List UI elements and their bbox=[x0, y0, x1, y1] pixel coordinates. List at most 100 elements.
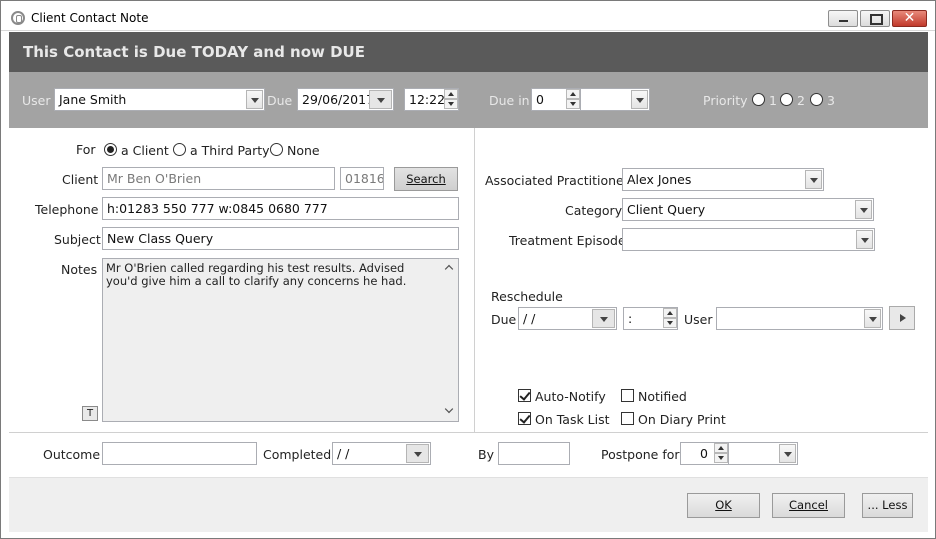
client-label: Client bbox=[62, 172, 99, 187]
reschedule-due-date-value: / / bbox=[523, 311, 536, 326]
due-in-unit-select[interactable] bbox=[580, 88, 650, 111]
search-button-label: Search bbox=[406, 172, 446, 186]
for-label: For bbox=[76, 142, 96, 157]
reschedule-due-date-field[interactable]: / / bbox=[518, 307, 617, 330]
due-in-spinner[interactable] bbox=[566, 89, 580, 110]
search-button[interactable]: Search bbox=[394, 167, 458, 191]
cancel-button-label: Cancel bbox=[789, 498, 828, 512]
client-field[interactable]: Mr Ben O'Brien bbox=[102, 167, 335, 190]
spin-up-icon[interactable] bbox=[566, 89, 580, 99]
postpone-unit-select[interactable] bbox=[728, 442, 798, 465]
play-icon[interactable] bbox=[889, 306, 915, 330]
ok-button[interactable]: OK bbox=[687, 493, 760, 518]
spin-up-icon[interactable] bbox=[663, 308, 677, 318]
reschedule-time-value: : bbox=[628, 311, 633, 326]
notified-checkbox[interactable] bbox=[621, 389, 634, 402]
treatment-episode-select[interactable] bbox=[622, 228, 875, 251]
on-diary-print-checkbox[interactable] bbox=[621, 412, 634, 425]
for-third-party-label: a Third Party bbox=[190, 143, 270, 158]
on-task-list-checkbox[interactable] bbox=[518, 412, 531, 425]
due-time-field[interactable]: 12:22 bbox=[404, 88, 459, 111]
cancel-button[interactable]: Cancel bbox=[772, 493, 845, 518]
subject-label: Subject bbox=[54, 232, 101, 247]
maximize-button[interactable] bbox=[860, 10, 890, 27]
due-in-field[interactable]: 0 bbox=[531, 88, 581, 111]
notes-value: Mr O'Brien called regarding his test res… bbox=[106, 261, 407, 288]
minimize-button[interactable] bbox=[828, 10, 858, 27]
client-code-field[interactable]: 01816 bbox=[340, 167, 384, 190]
completed-label: Completed bbox=[263, 447, 332, 462]
chevron-down-icon[interactable] bbox=[631, 90, 648, 109]
chevron-down-icon[interactable] bbox=[864, 309, 881, 328]
bottom-divider bbox=[9, 432, 928, 433]
subject-field[interactable]: New Class Query bbox=[102, 227, 459, 250]
chevron-down-icon[interactable] bbox=[855, 200, 872, 219]
spin-down-icon[interactable] bbox=[444, 99, 458, 109]
panel-divider bbox=[474, 128, 475, 432]
time-spinner[interactable] bbox=[444, 89, 458, 110]
reschedule-time-field[interactable]: : bbox=[623, 307, 678, 330]
chevron-down-icon[interactable] bbox=[406, 444, 429, 463]
completed-date-field[interactable]: / / bbox=[332, 442, 431, 465]
due-date-field[interactable]: 29/06/2017 bbox=[297, 88, 394, 111]
auto-notify-checkbox[interactable] bbox=[518, 389, 531, 402]
by-label: By bbox=[478, 447, 494, 462]
scroll-up-icon[interactable] bbox=[444, 264, 454, 274]
spin-down-icon[interactable] bbox=[566, 99, 580, 109]
less-button[interactable]: ... Less bbox=[862, 493, 913, 518]
reschedule-time-spinner[interactable] bbox=[663, 308, 677, 329]
user-select[interactable]: Jane Smith bbox=[54, 88, 265, 111]
chevron-down-icon[interactable] bbox=[369, 90, 392, 109]
spin-up-icon[interactable] bbox=[714, 443, 728, 453]
notes-label: Notes bbox=[61, 262, 98, 277]
priority-option-3: 3 bbox=[827, 93, 835, 108]
notes-scrollbar[interactable] bbox=[441, 260, 457, 420]
title-bar: Client Contact Note ✕ bbox=[1, 1, 935, 31]
postpone-value: 0 bbox=[700, 446, 708, 461]
for-client-radio[interactable] bbox=[104, 143, 117, 156]
on-diary-print-label: On Diary Print bbox=[638, 412, 726, 427]
reschedule-due-label: Due bbox=[491, 312, 517, 327]
chevron-down-icon[interactable] bbox=[592, 309, 615, 328]
subject-value: New Class Query bbox=[107, 231, 214, 246]
chevron-down-icon[interactable] bbox=[805, 170, 822, 189]
spin-down-icon[interactable] bbox=[714, 453, 728, 463]
text-format-label: T bbox=[86, 408, 94, 419]
priority-label: Priority bbox=[703, 93, 748, 108]
text-format-button[interactable]: T bbox=[82, 406, 98, 421]
treatment-episode-label: Treatment Episode bbox=[509, 233, 626, 248]
postpone-spinner[interactable] bbox=[714, 443, 728, 464]
priority-option-2: 2 bbox=[797, 93, 805, 108]
due-in-label: Due in bbox=[489, 93, 530, 108]
telephone-field[interactable]: h:01283 550 777 w:0845 0680 777 bbox=[102, 197, 459, 220]
app-icon bbox=[11, 11, 25, 25]
chevron-down-icon[interactable] bbox=[779, 444, 796, 463]
priority-radio-1[interactable] bbox=[752, 93, 765, 106]
associated-practitioner-select[interactable]: Alex Jones bbox=[622, 168, 824, 191]
priority-radio-2[interactable] bbox=[780, 93, 793, 106]
reschedule-user-select[interactable] bbox=[716, 307, 883, 330]
postpone-field[interactable]: 0 bbox=[680, 442, 729, 465]
outcome-field[interactable] bbox=[102, 442, 257, 465]
spin-down-icon[interactable] bbox=[663, 318, 677, 328]
close-button[interactable]: ✕ bbox=[892, 10, 927, 27]
spin-up-icon[interactable] bbox=[444, 89, 458, 99]
for-none-radio[interactable] bbox=[270, 143, 283, 156]
for-none-label: None bbox=[287, 143, 320, 158]
completed-date-value: / / bbox=[337, 446, 350, 461]
chevron-down-icon[interactable] bbox=[246, 90, 263, 109]
header-toolbar: User Jane Smith Due 29/06/2017 12:22 Due… bbox=[9, 72, 928, 128]
for-client-label: a Client bbox=[121, 143, 169, 158]
due-in-value: 0 bbox=[536, 92, 544, 107]
scroll-down-icon[interactable] bbox=[444, 404, 454, 414]
notes-textarea[interactable]: Mr O'Brien called regarding his test res… bbox=[102, 258, 459, 422]
auto-notify-label: Auto-Notify bbox=[535, 389, 606, 404]
by-field[interactable] bbox=[498, 442, 570, 465]
priority-radio-3[interactable] bbox=[810, 93, 823, 106]
due-date-value: 29/06/2017 bbox=[302, 92, 375, 107]
reschedule-user-label: User bbox=[684, 312, 713, 327]
for-third-party-radio[interactable] bbox=[173, 143, 186, 156]
chevron-down-icon[interactable] bbox=[856, 230, 873, 249]
category-select[interactable]: Client Query bbox=[622, 198, 874, 221]
client-value: Mr Ben O'Brien bbox=[107, 171, 202, 186]
